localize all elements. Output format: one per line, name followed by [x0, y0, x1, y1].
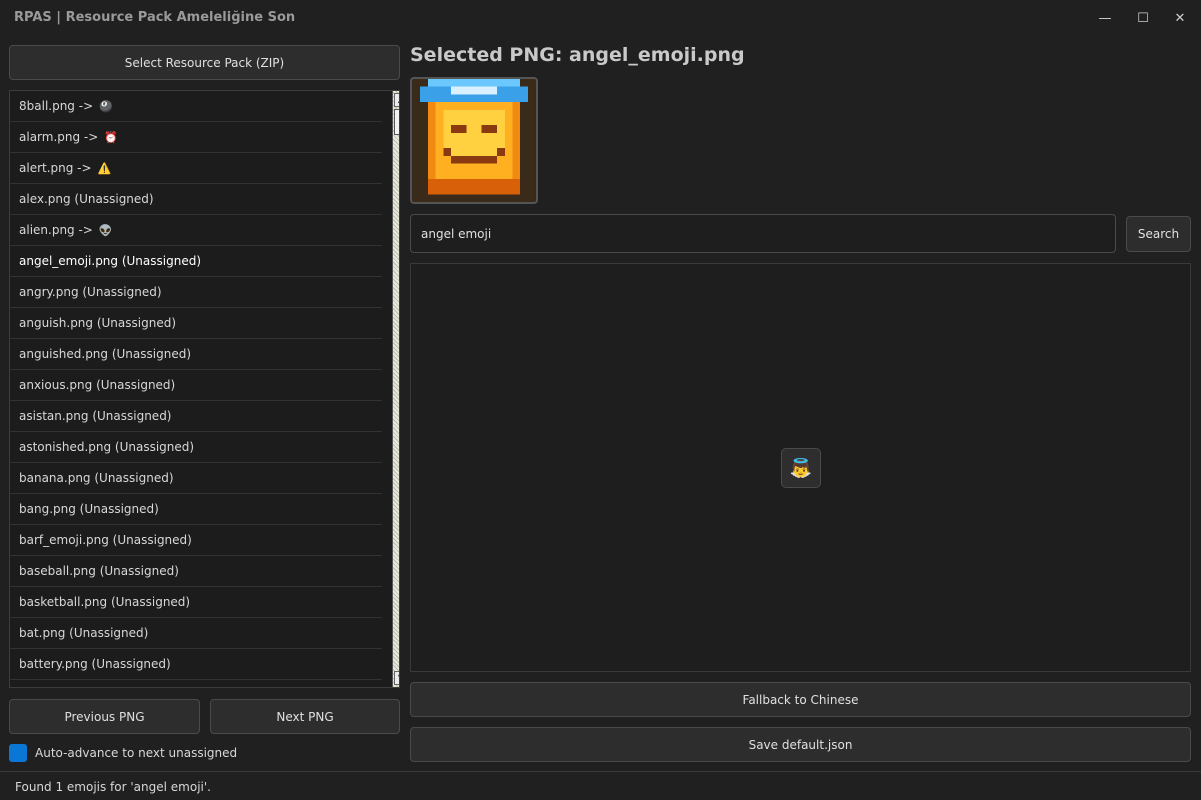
scroll-thumb[interactable] — [394, 109, 399, 135]
list-item[interactable]: asistan.png (Unassigned) — [10, 401, 382, 432]
status-bar: Found 1 emojis for 'angel emoji'. — [0, 771, 1201, 800]
emoji-search-input[interactable] — [410, 214, 1116, 253]
assigned-emoji-icon: ⚠️ — [97, 161, 112, 175]
png-list: 8ball.png -> 🎱 alarm.png -> ⏰ alert.png -> ⚠️… — [9, 90, 400, 688]
window-title: RPAS | Resource Pack Ameleliğine Son — [14, 10, 296, 25]
list-item[interactable]: alert.png -> ⚠️ — [10, 153, 382, 184]
list-item[interactable]: alien.png -> 👽 — [10, 215, 382, 246]
list-item-label: anguish.png (Unassigned) — [19, 316, 177, 330]
list-item[interactable]: bang.png (Unassigned) — [10, 494, 382, 525]
list-item[interactable]: battery.png (Unassigned) — [10, 649, 382, 680]
list-item-label: angel_emoji.png (Unassigned) — [19, 254, 202, 268]
assigned-emoji-icon: ⏰ — [104, 130, 119, 144]
list-item-label: 8ball.png -> — [19, 99, 94, 113]
angel-face-pixel-icon — [412, 79, 536, 202]
list-item-label: alarm.png -> — [19, 130, 99, 144]
save-default-json-button[interactable]: Save default.json — [410, 727, 1191, 762]
list-item[interactable]: anguished.png (Unassigned) — [10, 339, 382, 370]
list-item-label: alert.png -> — [19, 161, 92, 175]
list-item-label: astonished.png (Unassigned) — [19, 440, 195, 454]
list-item-label: basketball.png (Unassigned) — [19, 595, 191, 609]
scroll-down-arrow-icon[interactable]: ▼ — [394, 671, 399, 685]
assigned-emoji-icon: 🎱 — [99, 99, 113, 113]
next-png-button[interactable]: Next PNG — [210, 699, 400, 734]
list-item-label: bat.png (Unassigned) — [19, 626, 149, 640]
list-item-label: barf_emoji.png (Unassigned) — [19, 533, 192, 547]
list-item-label: anxious.png (Unassigned) — [19, 378, 176, 392]
list-item-label: battery.png (Unassigned) — [19, 657, 171, 671]
list-item-label: angry.png (Unassigned) — [19, 285, 162, 299]
list-item-label: bang.png (Unassigned) — [19, 502, 159, 516]
list-item[interactable]: angry.png (Unassigned) — [10, 277, 382, 308]
fallback-to-chinese-button[interactable]: Fallback to Chinese — [410, 682, 1191, 717]
list-item[interactable]: anguish.png (Unassigned) — [10, 308, 382, 339]
search-button[interactable]: Search — [1126, 216, 1191, 252]
select-resource-pack-button[interactable]: Select Resource Pack (ZIP) — [9, 45, 400, 80]
list-item[interactable]: bat.png (Unassigned) — [10, 618, 382, 649]
list-item-label: asistan.png (Unassigned) — [19, 409, 172, 423]
list-item[interactable]: alex.png (Unassigned) — [10, 184, 382, 215]
list-item[interactable]: banana.png (Unassigned) — [10, 463, 382, 494]
minimize-button[interactable]: — — [1090, 8, 1120, 30]
list-item-label: alien.png -> — [19, 223, 93, 237]
list-item-label: banana.png (Unassigned) — [19, 471, 174, 485]
png-preview-image — [410, 77, 538, 204]
list-item[interactable]: anxious.png (Unassigned) — [10, 370, 382, 401]
status-text: Found 1 emojis for 'angel emoji'. — [15, 780, 211, 794]
list-item[interactable]: 8ball.png -> 🎱 — [10, 91, 382, 122]
list-item[interactable]: barf_emoji.png (Unassigned) — [10, 525, 382, 556]
auto-advance-checkbox[interactable] — [9, 744, 27, 762]
emoji-result-tile[interactable]: 👼 — [781, 448, 821, 488]
maximize-button[interactable]: ☐ — [1128, 8, 1158, 30]
list-item-label: alex.png (Unassigned) — [19, 192, 154, 206]
title-bar: RPAS | Resource Pack Ameleliğine Son — ☐… — [0, 0, 1201, 36]
list-item[interactable]: baseball.png (Unassigned) — [10, 556, 382, 587]
previous-png-button[interactable]: Previous PNG — [9, 699, 200, 734]
list-item[interactable]: angel_emoji.png (Unassigned) — [10, 246, 382, 277]
list-scrollbar[interactable]: ▲ ▼ — [392, 91, 399, 687]
selected-png-heading: Selected PNG: angel_emoji.png — [410, 44, 745, 66]
list-item-label: baseball.png (Unassigned) — [19, 564, 179, 578]
list-item[interactable]: alarm.png -> ⏰ — [10, 122, 382, 153]
png-list-items: 8ball.png -> 🎱 alarm.png -> ⏰ alert.png -> ⚠️… — [10, 91, 399, 680]
scroll-up-arrow-icon[interactable]: ▲ — [394, 93, 399, 107]
auto-advance-label: Auto-advance to next unassigned — [35, 746, 238, 760]
close-button[interactable]: ✕ — [1165, 8, 1195, 30]
list-item[interactable]: astonished.png (Unassigned) — [10, 432, 382, 463]
emoji-results-panel: 👼 — [410, 263, 1191, 672]
list-item[interactable]: basketball.png (Unassigned) — [10, 587, 382, 618]
assigned-emoji-icon: 👽 — [98, 223, 113, 237]
list-item-label: anguished.png (Unassigned) — [19, 347, 192, 361]
